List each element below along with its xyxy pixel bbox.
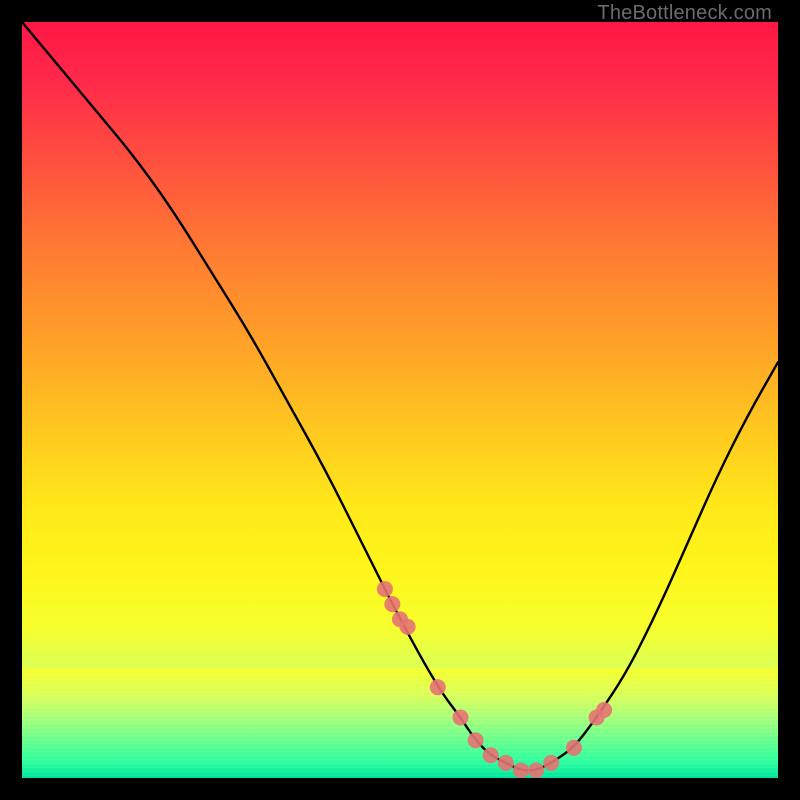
marker-point — [483, 747, 499, 763]
marker-point — [566, 740, 582, 756]
chart-curve — [22, 22, 778, 770]
marker-point — [377, 581, 393, 597]
marker-point — [400, 619, 416, 635]
chart-svg — [22, 22, 778, 778]
plot-area — [22, 22, 778, 778]
marker-point — [453, 710, 469, 726]
marker-point — [543, 755, 559, 771]
marker-point — [430, 679, 446, 695]
marker-point — [513, 762, 529, 778]
chart-markers — [377, 581, 612, 778]
chart-container: TheBottleneck.com — [0, 0, 800, 800]
marker-point — [528, 762, 544, 778]
marker-point — [468, 732, 484, 748]
marker-point — [384, 596, 400, 612]
marker-point — [498, 755, 514, 771]
marker-point — [596, 702, 612, 718]
